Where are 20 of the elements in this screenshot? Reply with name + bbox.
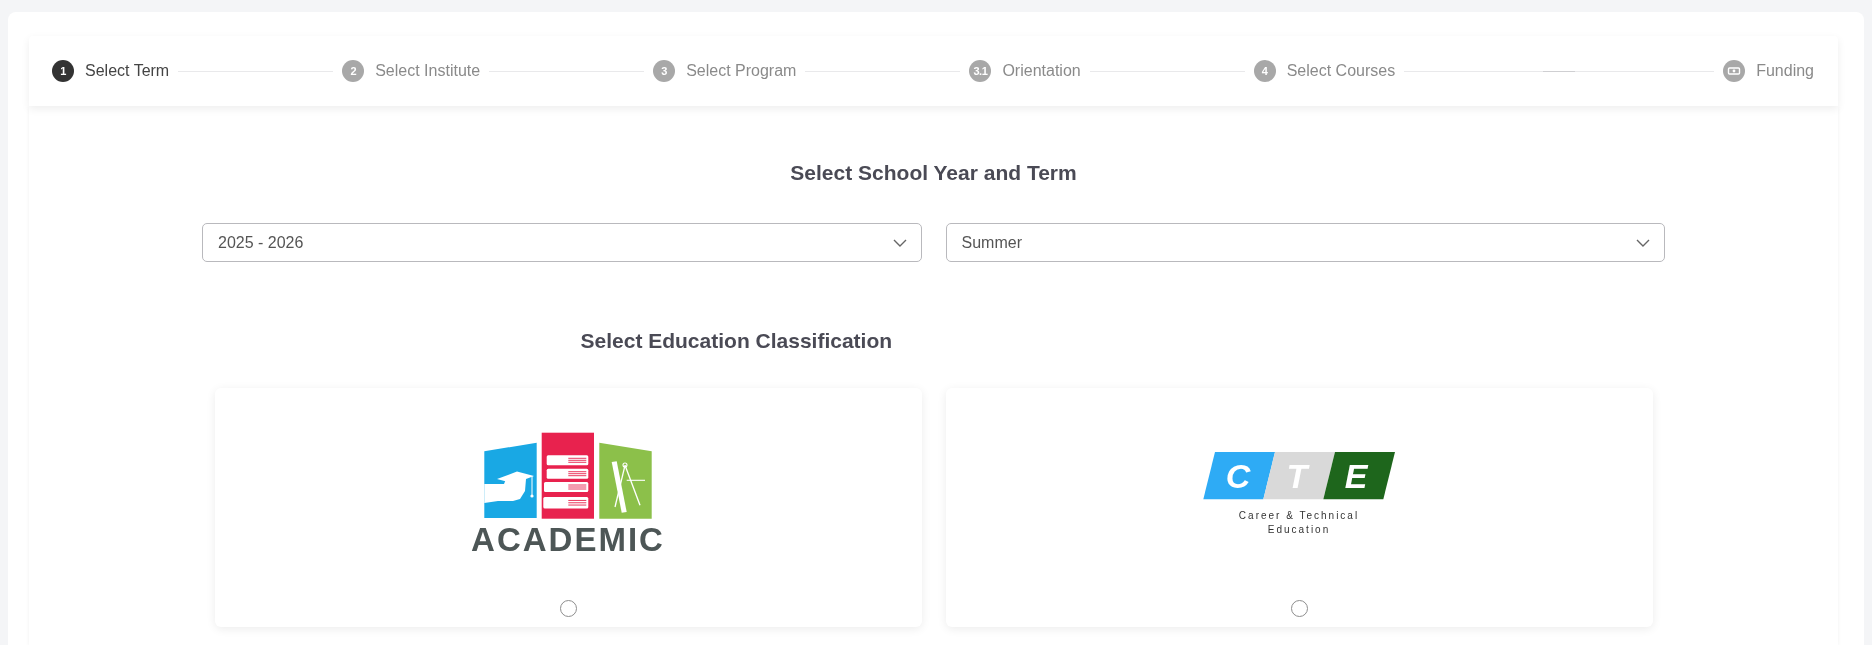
step-label: Select Program [686,62,797,80]
step-number: 1 [52,60,74,82]
step-label: Select Courses [1286,62,1396,80]
chevron-down-icon [1636,238,1650,247]
logo-wordmark: ACADEMIC [471,523,665,556]
dropdown-field[interactable]: 2025 - 2026 [202,223,922,262]
logo-caption: Career & Technical Education [1237,509,1361,537]
step-number: 4 [1253,60,1276,82]
step-label: Select Institute [375,62,481,80]
section-title: Select Education Classification [580,328,893,354]
step-number: 2 [342,60,365,82]
step-number: 3.1 [969,60,992,82]
section-title: Select School Year and Term [790,160,1077,186]
step-label: Select Term [85,62,170,80]
step-number: 3 [653,60,676,82]
dropdown-field[interactable]: Summer [945,223,1665,262]
chevron-down-icon [892,238,907,247]
step-label: Funding [1756,62,1814,80]
step-label: Orientation [1002,62,1081,80]
classification-card[interactable]: ACADEMIC [214,388,922,627]
